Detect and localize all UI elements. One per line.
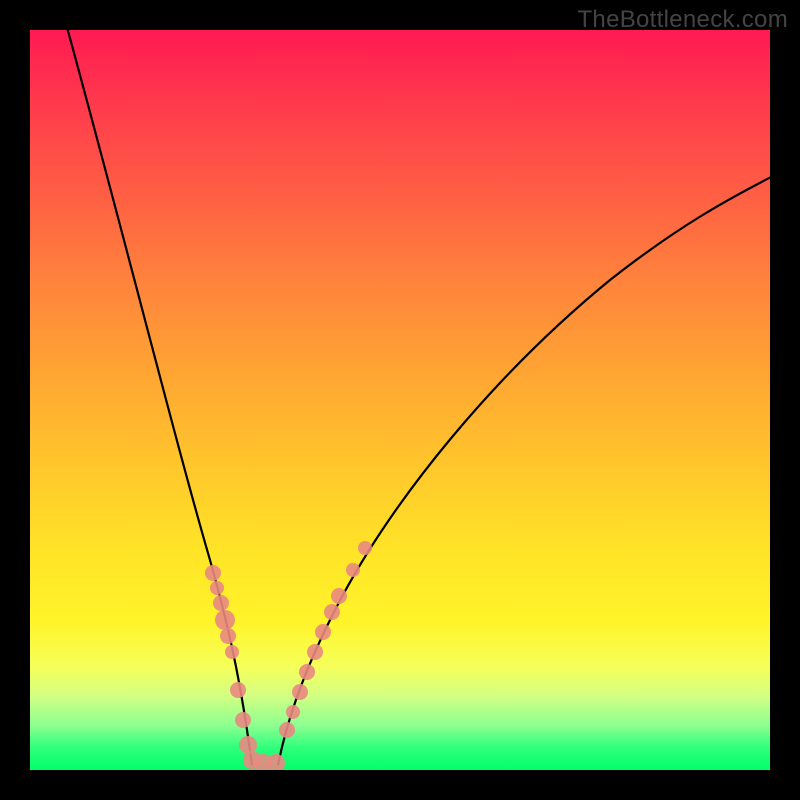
data-point	[358, 541, 372, 555]
data-point	[215, 610, 235, 630]
data-point	[220, 628, 236, 644]
left-curve	[65, 30, 252, 765]
data-point	[210, 581, 224, 595]
data-point	[205, 565, 221, 581]
data-point	[279, 722, 295, 738]
data-point	[225, 645, 239, 659]
data-point	[292, 684, 308, 700]
data-point	[331, 588, 347, 604]
data-point	[315, 624, 331, 640]
data-point	[286, 705, 300, 719]
chart-frame: TheBottleneck.com	[0, 0, 800, 800]
right-curve	[278, 175, 770, 765]
data-point	[213, 595, 229, 611]
data-point	[267, 754, 285, 770]
data-point	[235, 712, 251, 728]
plot-area	[30, 30, 770, 770]
data-point	[307, 644, 323, 660]
data-point	[299, 664, 315, 680]
watermark-text: TheBottleneck.com	[577, 6, 788, 34]
chart-svg	[30, 30, 770, 770]
data-point	[346, 563, 360, 577]
data-point	[324, 604, 340, 620]
marker-layer	[205, 541, 372, 770]
data-point	[230, 682, 246, 698]
